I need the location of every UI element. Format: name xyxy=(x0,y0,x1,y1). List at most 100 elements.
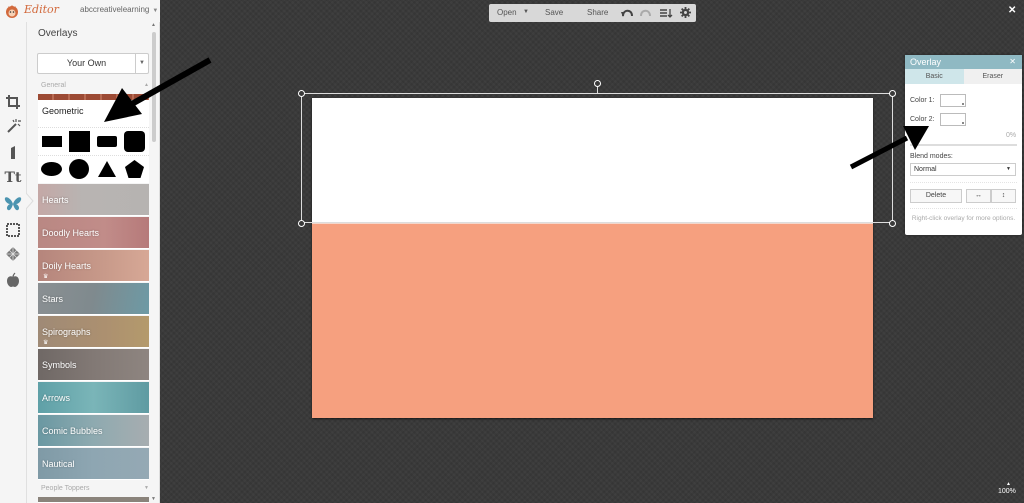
category-symbols[interactable]: Symbols xyxy=(38,349,149,381)
fade-slider[interactable] xyxy=(910,144,1017,146)
tool-rail: Tt xyxy=(0,22,27,503)
chevron-down-icon[interactable]: ▼ xyxy=(136,54,148,73)
share-button[interactable]: Share xyxy=(587,8,608,17)
open-dropdown-icon[interactable]: ▼ xyxy=(523,9,529,15)
undo-icon[interactable] xyxy=(621,8,633,18)
frame-icon xyxy=(6,223,20,237)
text-tool[interactable]: Tt xyxy=(3,168,23,188)
group-header-people-toppers[interactable]: People Toppers ▼ xyxy=(41,485,149,492)
category-label: Doodly Hearts xyxy=(42,228,100,238)
category-label: Doily Hearts xyxy=(42,261,92,271)
overlay-source-select[interactable]: Your Own ▼ xyxy=(37,53,149,74)
rotate-handle[interactable] xyxy=(594,80,601,87)
texture-icon xyxy=(6,247,20,261)
active-tool-pointer xyxy=(26,193,34,209)
category-thumbnail-partial[interactable] xyxy=(38,497,149,503)
shape-circle[interactable] xyxy=(69,159,89,179)
scroll-down-icon[interactable]: ▼ xyxy=(151,496,156,502)
premium-crown-icon: ♛ xyxy=(43,274,49,280)
shape-ellipse[interactable] xyxy=(41,162,62,176)
flip-horizontal-button[interactable]: ↔ xyxy=(966,189,991,203)
group-header-general[interactable]: General ▲ xyxy=(41,82,149,89)
category-doily-hearts[interactable]: Doily Hearts ♛ xyxy=(38,250,149,282)
shape-rounded-square[interactable] xyxy=(124,131,145,152)
overlays-tool[interactable] xyxy=(3,194,23,214)
tab-basic[interactable]: Basic xyxy=(905,69,964,84)
flip-vertical-icon: ↕ xyxy=(1001,192,1006,199)
category-nautical[interactable]: Nautical xyxy=(38,448,149,480)
color-2-swatch[interactable] xyxy=(940,113,966,126)
app-topbar: Editor abccreativelearning ▼ xyxy=(0,0,160,22)
dialog-header[interactable]: Overlay ✕ xyxy=(905,55,1022,69)
delete-button[interactable]: Delete xyxy=(910,189,962,203)
category-label: Arrows xyxy=(42,393,71,403)
category-label: Spirographs xyxy=(42,327,91,337)
crop-tool[interactable] xyxy=(3,92,23,112)
blend-modes-label: Blend modes: xyxy=(910,153,953,160)
zoom-caret-icon[interactable]: ▲ xyxy=(1006,481,1011,487)
category-spirographs[interactable]: Spirographs ♛ xyxy=(38,316,149,348)
resize-handle-top-right[interactable] xyxy=(889,90,896,97)
layers-icon[interactable] xyxy=(659,8,673,18)
overlay-selection-box[interactable] xyxy=(301,93,893,223)
magic-wand-icon xyxy=(7,119,21,133)
category-doodly-hearts[interactable]: Doodly Hearts xyxy=(38,217,149,249)
frames-tool[interactable] xyxy=(3,220,23,240)
shape-square[interactable] xyxy=(69,131,90,152)
source-select-label: Your Own xyxy=(38,54,136,73)
monkey-logo-icon xyxy=(6,5,18,18)
shape-rectangle-wide[interactable] xyxy=(42,136,62,147)
scrollbar-thumb[interactable] xyxy=(152,32,156,142)
category-label: Geometric xyxy=(42,106,84,116)
chevron-down-icon: ▼ xyxy=(152,8,159,14)
divider xyxy=(910,182,1017,183)
category-label: Hearts xyxy=(42,195,69,205)
textures-tool[interactable] xyxy=(3,244,23,264)
resize-handle-bottom-left[interactable] xyxy=(298,220,305,227)
touch-up-tool[interactable] xyxy=(3,142,23,162)
category-arrows[interactable]: Arrows xyxy=(38,382,149,414)
save-button[interactable]: Save xyxy=(545,8,563,17)
themes-tool[interactable] xyxy=(3,270,23,290)
shape-pentagon[interactable] xyxy=(124,159,145,179)
premium-crown-icon: ♛ xyxy=(43,340,49,346)
shape-triangle[interactable] xyxy=(97,160,117,178)
app-logo-text[interactable]: Editor xyxy=(24,3,59,16)
gear-icon[interactable] xyxy=(680,7,691,18)
close-app-icon[interactable]: ✕ xyxy=(1008,5,1016,16)
dialog-hint: Right-click overlay for more options. xyxy=(911,215,1016,222)
open-button[interactable]: Open xyxy=(497,8,517,17)
zoom-level[interactable]: 100% xyxy=(998,488,1016,495)
account-name: abccreativelearning xyxy=(80,5,150,14)
group-header-label: People Toppers xyxy=(41,485,90,492)
overlay-dialog: Overlay ✕ Basic Eraser Color 1: Color 2:… xyxy=(905,55,1022,235)
category-stars[interactable]: Stars xyxy=(38,283,149,315)
redo-icon[interactable] xyxy=(640,8,652,18)
butterfly-icon xyxy=(4,197,22,211)
resize-handle-bottom-right[interactable] xyxy=(889,220,896,227)
divider xyxy=(38,127,149,128)
main-toolbar: Open ▼ Save Share xyxy=(489,4,696,22)
chevron-up-icon: ▲ xyxy=(144,82,149,88)
close-icon[interactable]: ✕ xyxy=(1009,55,1016,69)
crop-icon xyxy=(6,95,20,109)
group-header-label: General xyxy=(41,82,66,89)
resize-handle-top-left[interactable] xyxy=(298,90,305,97)
category-label: Stars xyxy=(42,294,64,304)
blend-mode-select[interactable]: Normal ▼ xyxy=(910,163,1016,176)
apple-icon xyxy=(7,272,19,287)
text-icon: Tt xyxy=(4,170,22,186)
shape-rounded-rectangle[interactable] xyxy=(97,136,117,147)
account-menu[interactable]: abccreativelearning ▼ xyxy=(80,5,158,14)
color-1-swatch[interactable] xyxy=(940,94,966,107)
panel-scrollbar[interactable]: ▲ ▼ xyxy=(151,22,157,503)
flip-vertical-button[interactable]: ↕ xyxy=(991,189,1016,203)
tab-eraser[interactable]: Eraser xyxy=(963,69,1022,84)
scroll-up-icon[interactable]: ▲ xyxy=(151,22,156,28)
lipstick-icon xyxy=(11,146,15,159)
category-geometric[interactable]: Geometric xyxy=(38,100,149,183)
dialog-tabs: Basic Eraser xyxy=(905,69,1022,84)
effects-tool[interactable] xyxy=(3,116,23,136)
category-hearts[interactable]: Hearts xyxy=(38,184,149,216)
category-comic-bubbles[interactable]: Comic Bubbles xyxy=(38,415,149,447)
